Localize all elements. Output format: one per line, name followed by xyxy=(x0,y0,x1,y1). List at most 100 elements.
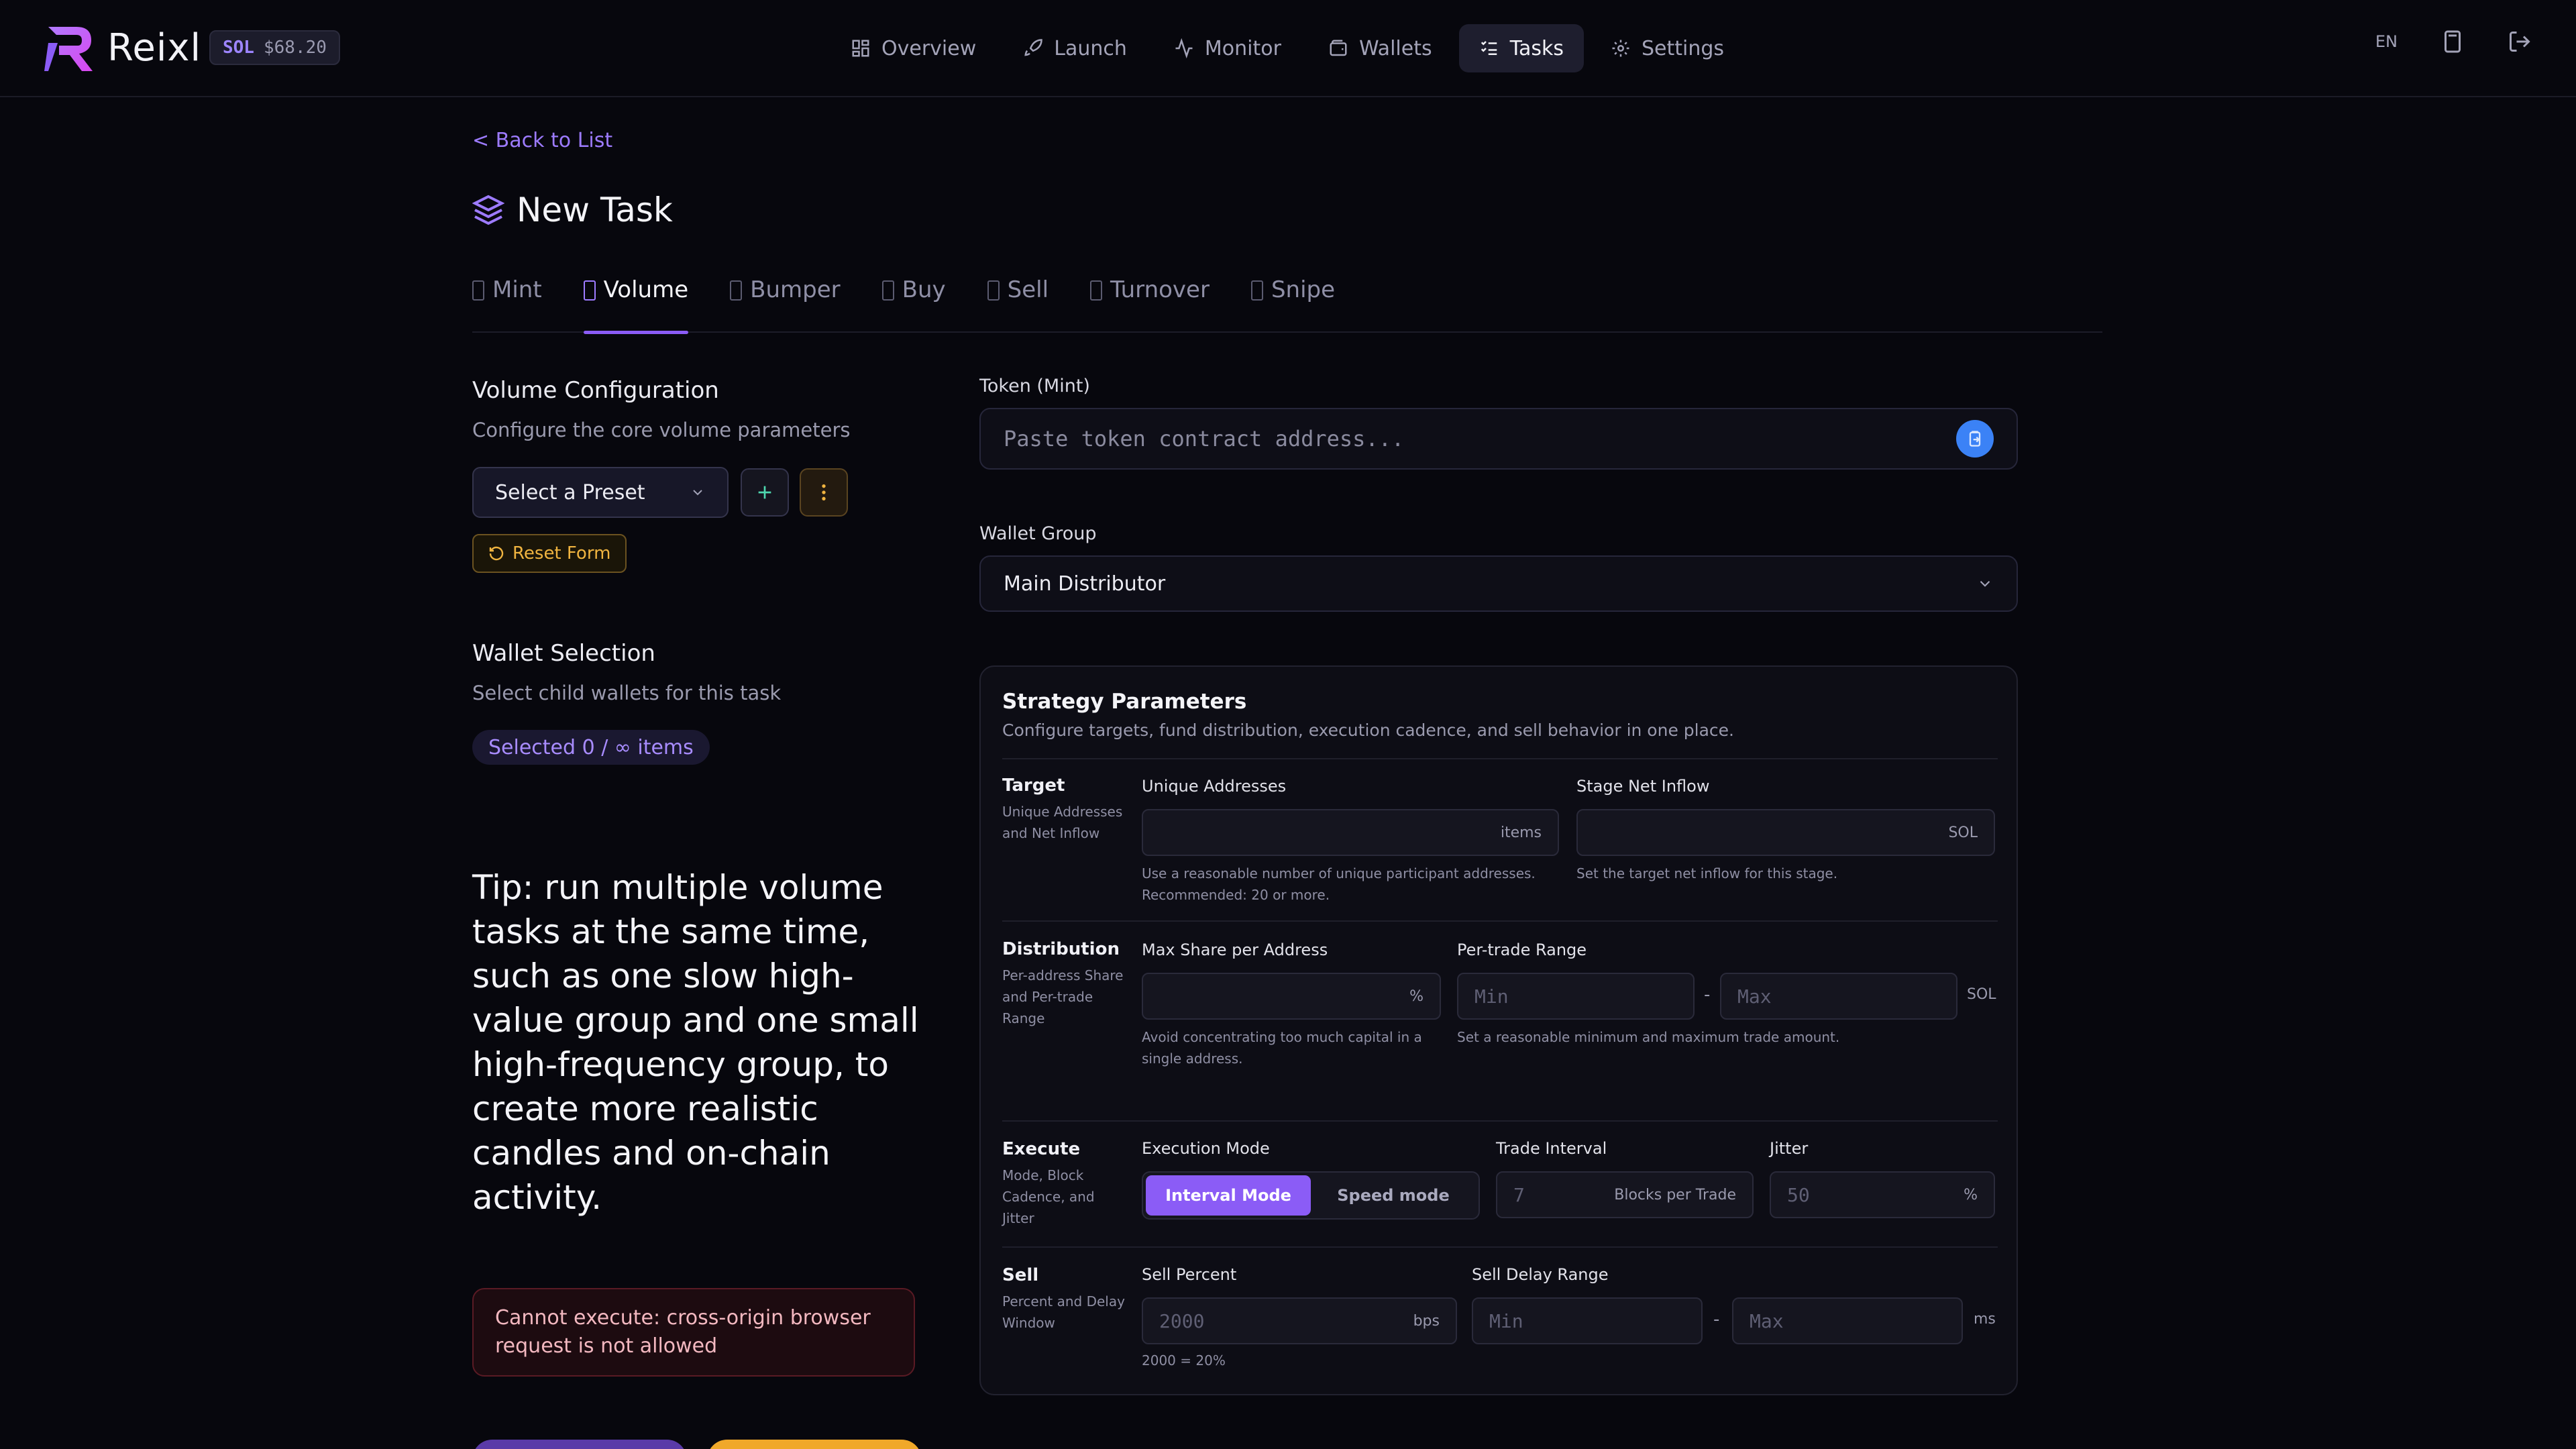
grid-icon xyxy=(851,38,871,58)
unit: % xyxy=(1409,987,1424,1005)
tab-icon xyxy=(1090,280,1103,301)
stage-net-inflow-label: Stage Net Inflow xyxy=(1576,777,1710,796)
main-nav: Overview Launch Monitor Wallets Tasks Se… xyxy=(830,24,1744,72)
tab-volume[interactable]: Volume xyxy=(583,271,689,334)
tab-icon xyxy=(881,280,894,301)
sell-section-title: Sell xyxy=(1002,1265,1039,1285)
sell-percent-input[interactable]: 2000 bps xyxy=(1142,1297,1457,1344)
nav-label: Overview xyxy=(881,36,977,60)
tab-label: Bumper xyxy=(750,276,841,303)
tab-icon xyxy=(583,280,596,301)
per-trade-min-input[interactable]: Min xyxy=(1457,973,1695,1020)
strategy-subtitle: Configure targets, fund distribution, ex… xyxy=(1002,720,1734,740)
interval-mode-option[interactable]: Interval Mode xyxy=(1146,1175,1311,1216)
language-switch[interactable]: EN xyxy=(2375,32,2398,51)
sell-delay-unit: ms xyxy=(1974,1311,1996,1328)
target-section-desc: Unique Addresses and Net Inflow xyxy=(1002,804,1123,841)
sell-delay-range-label: Sell Delay Range xyxy=(1472,1265,1609,1284)
back-to-list-link[interactable]: < Back to List xyxy=(472,129,612,152)
page-title-row: New Task xyxy=(472,191,673,229)
chevron-down-icon xyxy=(690,484,706,500)
nav-label: Launch xyxy=(1054,36,1127,60)
sol-price-badge: SOL $68.20 xyxy=(209,30,340,65)
wallet-group-value: Main Distributor xyxy=(1004,572,1166,596)
sell-delay-min-input[interactable]: Min xyxy=(1472,1297,1703,1344)
clipboard-icon xyxy=(1966,429,1984,448)
primary-action-button[interactable] xyxy=(472,1440,687,1449)
nav-monitor[interactable]: Monitor xyxy=(1154,24,1301,72)
preset-select[interactable]: Select a Preset xyxy=(472,467,729,518)
tab-label: Mint xyxy=(492,276,542,303)
preset-menu-button[interactable] xyxy=(800,468,848,517)
logo[interactable]: Reixl xyxy=(44,23,201,72)
tab-label: Buy xyxy=(902,276,946,303)
token-label: Token (Mint) xyxy=(979,376,1090,396)
unique-addresses-help: Use a reasonable number of unique partic… xyxy=(1142,865,1536,903)
page-title: New Task xyxy=(517,191,673,229)
per-trade-max-input[interactable]: Max xyxy=(1720,973,1957,1020)
nav-settings[interactable]: Settings xyxy=(1591,24,1744,72)
nav-overview[interactable]: Overview xyxy=(830,24,996,72)
per-trade-help: Set a reasonable minimum and maximum tra… xyxy=(1457,1029,1840,1045)
reset-form-button[interactable]: Reset Form xyxy=(472,534,627,573)
distribution-section-title: Distribution xyxy=(1002,939,1120,959)
max-share-input[interactable]: % xyxy=(1142,973,1441,1020)
nav-label: Settings xyxy=(1641,36,1725,60)
sell-percent-help: 2000 = 20% xyxy=(1142,1352,1226,1368)
wallet-icon xyxy=(1328,38,1348,58)
tab-icon xyxy=(472,280,484,301)
max-share-label: Max Share per Address xyxy=(1142,941,1328,959)
strategy-title: Strategy Parameters xyxy=(1002,690,1247,714)
chevron-down-icon xyxy=(1976,575,1994,592)
divider xyxy=(1002,758,1998,759)
header-actions: EN xyxy=(2375,30,2532,54)
paste-button[interactable] xyxy=(1956,420,1994,458)
trade-interval-input[interactable]: 7 Blocks per Trade xyxy=(1496,1171,1754,1218)
unique-addresses-input[interactable]: items xyxy=(1142,809,1559,856)
tab-turnover[interactable]: Turnover xyxy=(1090,271,1210,333)
unit: Blocks per Trade xyxy=(1614,1186,1736,1203)
tab-bumper[interactable]: Bumper xyxy=(730,271,841,333)
wallet-selection-subtitle: Select child wallets for this task xyxy=(472,682,782,704)
stage-net-inflow-input[interactable]: SOL xyxy=(1576,809,1995,856)
calculator-icon[interactable] xyxy=(2440,30,2465,54)
stage-net-inflow-help: Set the target net inflow for this stage… xyxy=(1576,865,1838,881)
divider xyxy=(1002,1246,1998,1248)
selected-wallets-badge[interactable]: Selected 0 / ∞ items xyxy=(472,730,710,765)
range-dash: - xyxy=(1704,985,1711,1005)
tab-mint[interactable]: Mint xyxy=(472,271,542,333)
tab-icon xyxy=(987,280,1000,301)
preset-select-value: Select a Preset xyxy=(495,480,645,504)
max-share-help: Avoid concentrating too much capital in … xyxy=(1142,1029,1422,1067)
logout-icon[interactable] xyxy=(2508,30,2532,54)
nav-launch[interactable]: Launch xyxy=(1003,24,1147,72)
jitter-label: Jitter xyxy=(1770,1139,1809,1158)
placeholder: Min xyxy=(1474,985,1509,1008)
per-trade-unit: SOL xyxy=(1967,986,1996,1003)
placeholder: Min xyxy=(1489,1309,1523,1332)
wallet-selection-title: Wallet Selection xyxy=(472,640,655,667)
nav-label: Tasks xyxy=(1509,36,1564,60)
tab-buy[interactable]: Buy xyxy=(881,271,946,333)
tip-text: Tip: run multiple volume tasks at the sa… xyxy=(472,868,919,1217)
activity-icon xyxy=(1174,38,1194,58)
jitter-input[interactable]: 50 % xyxy=(1770,1171,1995,1218)
tab-snipe[interactable]: Snipe xyxy=(1250,271,1335,333)
sell-delay-max-input[interactable]: Max xyxy=(1732,1297,1963,1344)
nav-tasks[interactable]: Tasks xyxy=(1458,24,1584,72)
secondary-action-button[interactable] xyxy=(707,1440,922,1449)
task-type-tabs: Mint Volume Bumper Buy Sell Turnover Sni… xyxy=(472,271,2102,334)
speed-mode-option[interactable]: Speed mode xyxy=(1311,1175,1476,1216)
tab-label: Volume xyxy=(603,276,689,303)
nav-wallets[interactable]: Wallets xyxy=(1308,24,1452,72)
wallet-group-select[interactable]: Main Distributor xyxy=(979,555,2018,612)
range-dash: - xyxy=(1713,1309,1720,1330)
tab-sell[interactable]: Sell xyxy=(987,271,1049,333)
gear-icon xyxy=(1611,38,1631,58)
top-bar: Reixl SOL $68.20 Overview Launch Monitor xyxy=(0,0,2576,97)
token-address-input[interactable] xyxy=(1004,426,1956,451)
error-message: Cannot execute: cross-origin browser req… xyxy=(472,1288,915,1377)
add-preset-button[interactable] xyxy=(741,468,789,517)
execute-section-title: Execute xyxy=(1002,1139,1081,1159)
placeholder: Max xyxy=(1737,985,1772,1008)
